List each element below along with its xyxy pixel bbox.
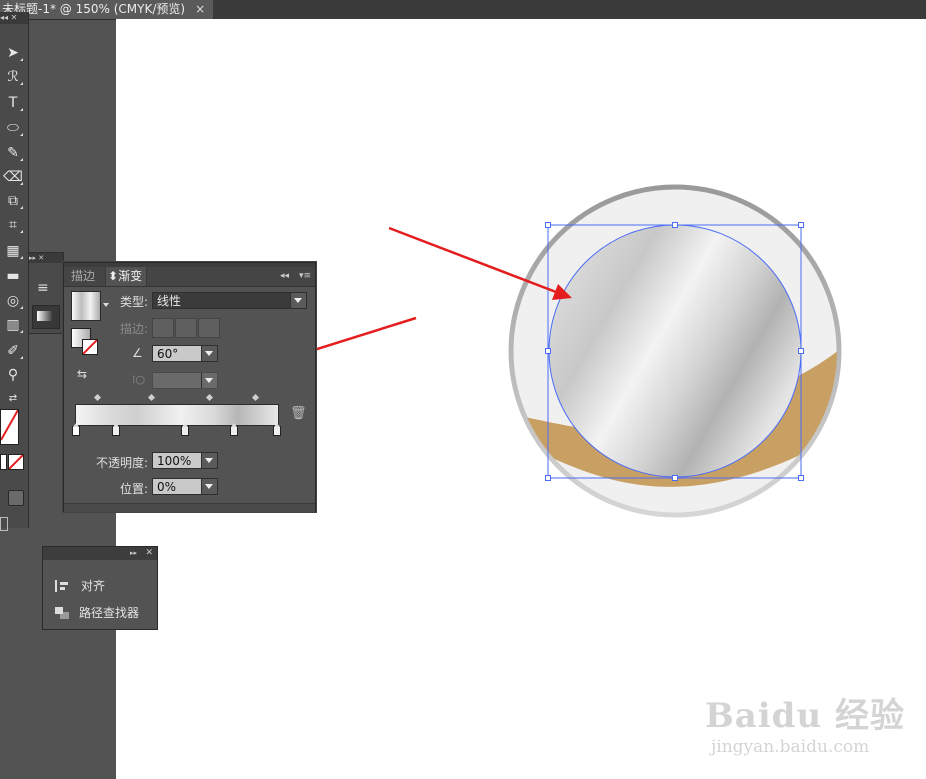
aspect-ratio-icon: ⁞○ [132,373,146,386]
dock-header[interactable]: ▸▸ ✕ [29,253,63,263]
opacity-label: 不透明度: [96,456,149,470]
gradient-stop[interactable] [72,423,80,436]
align-pathfinder-panel: ▸▸ ✕ 对齐 路径查找器 [42,546,158,630]
midpoint-diamond[interactable] [93,393,102,402]
collapsed-panel-dock: ▸▸ ✕ ≡ [28,252,64,334]
watermark-url: jingyan.baidu.com [711,737,870,757]
gradient-type-select[interactable]: 线性 [152,292,307,309]
opacity-value: 100% [157,454,192,468]
graph-tool-icon[interactable]: ▥ [0,314,26,336]
none-swatch-icon[interactable] [8,454,24,470]
eraser-tool-icon[interactable]: ⌫ [0,166,26,188]
location-label: 位置: [120,482,149,496]
gradient-stop[interactable] [230,423,238,436]
pathfinder-item[interactable]: 路径查找器 [55,604,139,621]
gradient-stop[interactable] [273,423,281,436]
angle-value: 60° [157,347,179,361]
swap-colors-icon[interactable]: ⇄ [0,388,26,410]
gradient-stop[interactable] [181,423,189,436]
stroke-indicator-icon[interactable] [82,339,98,355]
pathfinder-icon [55,607,69,619]
tools-panel: ◂◂ ✕ ➤ ℛ T ⬭ ✎ ⌫ ⧉ ⌗ ▦ ▬ ◎ ▥ ✐ ⚲ ⇄ [0,12,29,531]
expand-panel-icon[interactable]: ▸▸ [130,547,137,560]
shape-builder-tool-icon[interactable]: ▦ [0,240,26,262]
gradient-circle[interactable] [548,224,802,478]
trash-icon[interactable]: 🗑 [290,406,307,421]
gradient-preview-swatch[interactable] [71,291,101,321]
screen-mode-icon[interactable] [0,517,8,531]
blend-tool-icon[interactable]: ◎ [0,290,26,312]
stroke-along-button[interactable] [175,318,197,338]
midpoint-diamond[interactable] [147,393,156,402]
panel-resize-bar[interactable] [64,503,315,512]
eyedropper-tool-icon[interactable]: ✐ [0,340,26,362]
midpoint-diamond[interactable] [251,393,260,402]
panel-tab-bar: 描边 ⬍渐变 ◂◂ ▾≡ [64,267,315,287]
stroke-across-button[interactable] [198,318,220,338]
gradient-type-value: 线性 [157,294,182,308]
type-label: 类型: [120,295,149,309]
close-icon[interactable]: ✕ [145,547,153,560]
aspect-ratio-input[interactable] [152,372,218,389]
fill-swatch[interactable] [0,409,19,445]
stroke-within-button[interactable] [152,318,174,338]
pathfinder-label: 路径查找器 [79,606,140,620]
tab-gradient-label: 渐变 [118,269,143,283]
menu-lines-icon[interactable]: ≡ [37,281,53,295]
align-item[interactable]: 对齐 [55,577,105,594]
baidu-watermark-logo: Baidu 经验 jingyan.baidu.com [705,688,905,757]
collapse-panel-icon[interactable]: ◂◂ [280,267,289,286]
gradient-panel-icon[interactable] [32,305,60,329]
panel-menu-icon[interactable]: ▾≡ [299,267,311,286]
opacity-input[interactable]: 100% [152,452,218,469]
location-value: 0% [157,480,177,494]
gradient-panel: 描边 ⬍渐变 ◂◂ ▾≡ ⇆ 类型: 线性 描边: ∠ 60° ⁞○ 🗑 不透明… [63,262,316,512]
free-transform-tool-icon[interactable]: ⌗ [0,214,26,236]
tab-stroke[interactable]: 描边 [71,267,95,286]
watermark-brand: Baidu 经验 [705,696,906,736]
tab-gradient[interactable]: ⬍渐变 [105,267,148,286]
swatch-dropdown-icon[interactable] [103,303,109,307]
selection-tool-icon[interactable]: ➤ [0,42,26,64]
ellipse-tool-icon[interactable]: ⬭ [0,117,26,139]
draw-mode-icon[interactable] [8,490,24,506]
lasso-tool-icon[interactable]: ℛ [0,66,26,88]
gradient-slider[interactable] [75,404,279,426]
stroke-label: 描边: [120,322,149,336]
scale-tool-icon[interactable]: ⧉ [0,190,26,212]
align-label: 对齐 [81,579,106,593]
zoom-tool-icon[interactable]: ⚲ [0,364,26,386]
location-input[interactable]: 0% [152,478,218,495]
gradient-stop[interactable] [112,423,120,436]
align-panel-header[interactable]: ▸▸ ✕ [43,547,157,560]
type-tool-icon[interactable]: T [0,92,26,114]
align-icon [55,580,71,592]
pencil-tool-icon[interactable]: ✎ [0,142,26,164]
gradient-tool-icon[interactable]: ▬ [0,265,26,287]
angle-icon: ∠ [132,346,143,360]
tools-panel-header[interactable]: ◂◂ ✕ [0,12,28,24]
reverse-gradient-icon[interactable]: ⇆ [77,367,93,381]
color-swatch-icon[interactable] [0,454,7,470]
midpoint-diamond[interactable] [205,393,214,402]
angle-input[interactable]: 60° [152,345,218,362]
